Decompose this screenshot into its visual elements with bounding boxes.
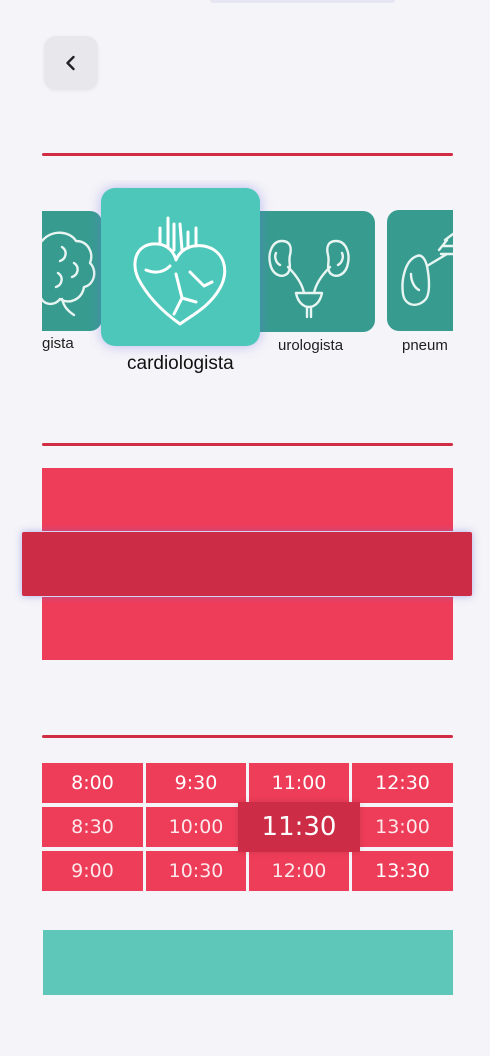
time-slot[interactable]: 9:30 (146, 763, 246, 803)
confirm-button[interactable] (43, 930, 453, 995)
specialty-label-neurologista: gista (42, 335, 74, 352)
back-button[interactable] (44, 36, 98, 90)
date-picker-row-next[interactable] (42, 597, 453, 660)
time-slot[interactable]: 13:00 (352, 807, 453, 847)
specialty-card-neurologista[interactable] (42, 211, 102, 331)
lungs-icon (401, 232, 453, 306)
time-slot[interactable]: 10:00 (146, 807, 246, 847)
time-slot[interactable]: 9:00 (42, 851, 143, 891)
time-slot-grid: 8:00 8:30 9:00 9:30 10:00 10:30 11:00 12… (42, 763, 453, 891)
time-slot[interactable]: 11:00 (249, 763, 349, 803)
time-slot[interactable]: 8:30 (42, 807, 143, 847)
time-slot[interactable]: 13:30 (352, 851, 453, 891)
chevron-left-icon (66, 55, 75, 71)
section-divider-date (42, 443, 453, 446)
section-divider-specialty (42, 153, 453, 156)
specialty-carousel[interactable]: gista urologista pneum cardiologista (42, 180, 453, 380)
brain-icon (42, 231, 96, 317)
time-slot[interactable]: 10:30 (146, 851, 246, 891)
specialty-label-pneumologista: pneum (402, 337, 448, 354)
date-picker-selected-row[interactable] (22, 532, 472, 596)
top-sheet-handle (210, 0, 395, 3)
time-slot[interactable]: 12:00 (249, 851, 349, 891)
specialty-card-cardiologista[interactable] (101, 188, 260, 346)
date-picker-row-previous[interactable] (42, 468, 453, 531)
time-slot[interactable]: 8:00 (42, 763, 143, 803)
section-divider-time (42, 735, 453, 738)
kidneys-icon (267, 239, 350, 318)
specialty-label-cardiologista: cardiologista (127, 353, 234, 374)
time-slot-selected[interactable]: 11:30 (238, 802, 360, 852)
specialty-card-pneumologista[interactable] (387, 210, 453, 331)
heart-icon (132, 216, 226, 326)
time-slot[interactable]: 12:30 (352, 763, 453, 803)
specialty-label-urologista: urologista (278, 337, 344, 354)
specialty-card-urologista[interactable] (242, 211, 375, 332)
